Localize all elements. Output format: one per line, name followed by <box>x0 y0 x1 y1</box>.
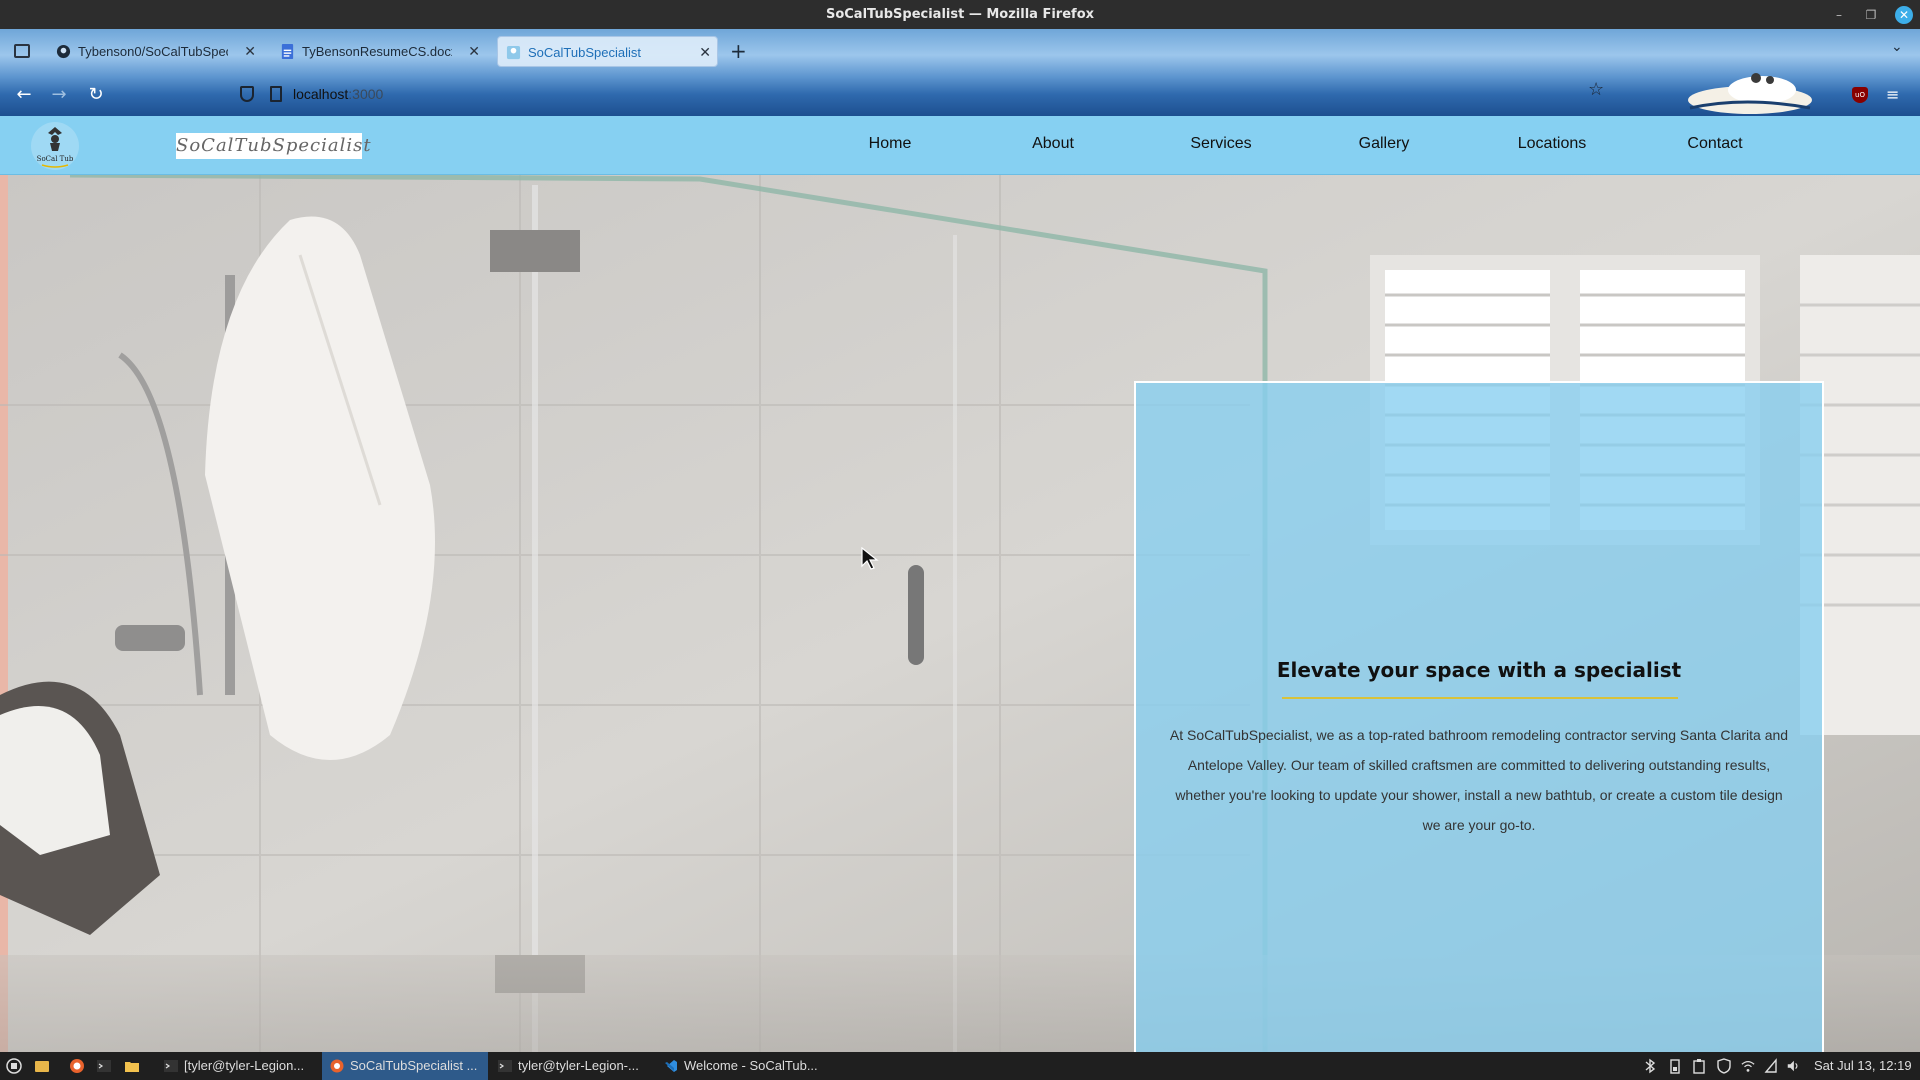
page-info-icon[interactable] <box>270 86 282 102</box>
nav-link-about[interactable]: About <box>1032 135 1074 153</box>
nav-link-locations[interactable]: Locations <box>1518 135 1587 153</box>
reload-icon[interactable]: ↻ <box>85 84 107 106</box>
nav-link-gallery[interactable]: Gallery <box>1359 135 1410 153</box>
bluetooth-icon[interactable] <box>1643 1058 1657 1074</box>
task-label: [tyler@tyler-Legion... <box>184 1058 305 1073</box>
task-label: tyler@tyler-Legion-... <box>518 1058 639 1073</box>
google-docs-icon <box>281 44 294 59</box>
wifi-icon[interactable] <box>1741 1058 1755 1074</box>
hero-description: At SoCalTubSpecialist, we as a top-rated… <box>1169 727 1789 833</box>
new-tab-button[interactable]: + <box>730 39 747 63</box>
taskbar: [tyler@tyler-Legion... SoCalTubSpecialis… <box>0 1052 1920 1080</box>
tracking-protection-shield-icon[interactable] <box>240 86 254 102</box>
window-title: SoCalTubSpecialist — Mozilla Firefox <box>825 7 1095 22</box>
close-window-button[interactable]: ✕ <box>1895 6 1913 24</box>
tab-strip: Tybenson0/SoCalTubSpecialist ✕ TyBensonR… <box>0 29 1920 74</box>
site-favicon-icon <box>506 45 521 60</box>
url-text[interactable]: localhost:3000 <box>293 86 383 102</box>
tab-label: TyBensonResumeCS.docx - Google Docs <box>302 44 452 59</box>
navigation-toolbar: ← → ↻ localhost:3000 ☆ uO ≡ <box>0 73 1920 116</box>
firefox-launcher-icon[interactable] <box>69 1058 85 1074</box>
vscode-icon <box>665 1060 677 1072</box>
taskbar-task-vscode[interactable]: Welcome - SoCalTub... <box>656 1052 826 1080</box>
app-launcher-icon[interactable] <box>6 1058 22 1074</box>
ublock-origin-icon[interactable]: uO <box>1852 87 1868 103</box>
list-all-tabs-chevron-icon[interactable]: ⌄ <box>1891 39 1903 55</box>
nav-link-contact[interactable]: Contact <box>1687 135 1742 153</box>
hamburger-menu-icon[interactable]: ≡ <box>1886 85 1899 104</box>
task-label: SoCalTubSpecialist ... <box>350 1058 478 1073</box>
folder-icon[interactable] <box>124 1058 140 1074</box>
browser-chrome: Tybenson0/SoCalTubSpecialist ✕ TyBensonR… <box>0 29 1920 116</box>
tab-close-icon[interactable]: ✕ <box>468 43 480 60</box>
hero-heading: Elevate your space with a specialist <box>1276 658 1682 682</box>
forward-arrow-icon[interactable]: → <box>48 84 70 106</box>
github-icon <box>56 44 71 59</box>
tab-close-icon[interactable]: ✕ <box>699 44 711 61</box>
files-icon[interactable] <box>34 1058 50 1074</box>
hero-info-panel: Elevate your space with a specialist At … <box>1134 381 1824 1052</box>
volume-icon[interactable] <box>1786 1058 1800 1074</box>
theme-artwork-icon <box>1688 73 1812 114</box>
bookmark-star-icon[interactable]: ☆ <box>1588 79 1604 100</box>
battery-icon[interactable] <box>1668 1058 1682 1074</box>
tab-google-docs[interactable]: TyBensonResumeCS.docx - Google Docs ✕ <box>272 36 486 67</box>
url-host: localhost <box>293 86 349 102</box>
url-port: :3000 <box>348 86 384 102</box>
web-page: SoCal Tub SoCalTubSpecialist Home About … <box>0 116 1920 1052</box>
clipboard-icon[interactable] <box>1692 1058 1706 1074</box>
tab-label: SoCalTubSpecialist <box>528 45 641 60</box>
maximize-button[interactable]: ❐ <box>1862 6 1880 24</box>
taskbar-task-firefox[interactable]: SoCalTubSpecialist ... <box>322 1052 488 1080</box>
window-titlebar: SoCalTubSpecialist — Mozilla Firefox – ❐… <box>0 0 1920 29</box>
taskbar-task-terminal-2[interactable]: tyler@tyler-Legion-... <box>490 1052 654 1080</box>
tab-github[interactable]: Tybenson0/SoCalTubSpecialist ✕ <box>48 36 262 67</box>
taskbar-task-terminal-1[interactable]: [tyler@tyler-Legion... <box>156 1052 320 1080</box>
firefox-icon <box>330 1059 344 1073</box>
site-navbar: SoCal Tub SoCalTubSpecialist Home About … <box>0 116 1920 175</box>
logo-badge-text: SoCal Tub <box>37 155 74 163</box>
hero-section: Elevate your space with a specialist At … <box>0 175 1920 1052</box>
task-label: Welcome - SoCalTub... <box>684 1058 818 1073</box>
terminal-icon <box>164 1060 178 1072</box>
security-shield-icon[interactable] <box>1717 1058 1731 1074</box>
system-clock[interactable]: Sat Jul 13, 12:19 <box>1814 1058 1912 1073</box>
firefox-view-icon[interactable] <box>14 44 30 58</box>
terminal-launcher-icon[interactable] <box>96 1058 112 1074</box>
mouse-pointer-icon <box>861 547 879 570</box>
nav-link-services[interactable]: Services <box>1190 135 1251 153</box>
tab-label: Tybenson0/SoCalTubSpecialist <box>78 44 228 59</box>
tab-close-icon[interactable]: ✕ <box>244 43 256 60</box>
nav-link-home[interactable]: Home <box>869 135 912 153</box>
tab-socaltub[interactable]: SoCalTubSpecialist ✕ <box>497 36 718 67</box>
minimize-button[interactable]: – <box>1830 6 1848 24</box>
heading-underline <box>1282 697 1678 699</box>
site-brand-name[interactable]: SoCalTubSpecialist <box>176 133 371 159</box>
site-logo-icon[interactable]: SoCal Tub <box>30 121 80 171</box>
url-bar[interactable]: localhost:3000 <box>230 80 1620 110</box>
terminal-icon <box>498 1060 512 1072</box>
back-arrow-icon[interactable]: ← <box>13 84 35 106</box>
network-icon[interactable] <box>1764 1058 1778 1074</box>
